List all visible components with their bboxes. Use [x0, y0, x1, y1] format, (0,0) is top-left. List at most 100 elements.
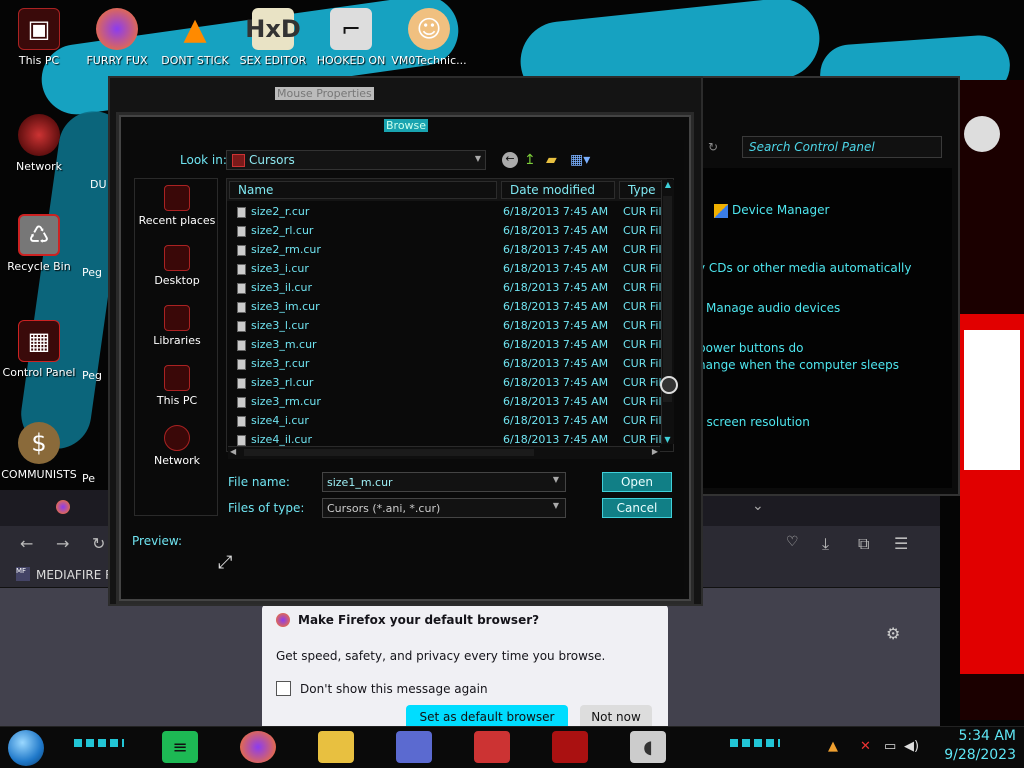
file-row[interactable]: size3_m.cur 6/18/2013 7:45 AM CUR File [227, 336, 668, 355]
scroll-thumb[interactable] [663, 196, 672, 402]
computer-icon [164, 365, 190, 391]
look-in-dropdown[interactable]: Cursors ▼ [226, 150, 486, 170]
money-bag-icon: $ [18, 422, 60, 464]
vertical-scrollbar[interactable]: ▲ ▼ [661, 180, 674, 444]
menu-icon[interactable]: ☰ [894, 534, 908, 553]
desktop-icon-network[interactable]: Network [0, 114, 78, 173]
side-panel [960, 80, 1024, 720]
back-icon[interactable]: ← [20, 534, 33, 553]
desktop-icon-label: HOOKED ON [316, 54, 386, 67]
download-icon[interactable]: ⤓ [822, 534, 829, 554]
extensions-icon[interactable]: ⧉ [858, 534, 869, 554]
desktop-icon-hooked-on[interactable]: ⌐ HOOKED ON [312, 8, 390, 67]
file-row[interactable]: size3_rm.cur 6/18/2013 7:45 AM CUR File [227, 393, 668, 412]
reload-icon[interactable]: ↻ [92, 534, 105, 553]
power-buttons-link[interactable]: power buttons do [698, 341, 804, 355]
pocket-icon[interactable]: ♡ [786, 534, 799, 550]
scroll-down-icon[interactable]: ▼ [662, 435, 673, 444]
file-row[interactable]: size3_rl.cur 6/18/2013 7:45 AM CUR File [227, 374, 668, 393]
desktop-icon-firefox[interactable]: FURRY FUX [78, 8, 156, 67]
chevron-down-icon[interactable]: ⌄ [752, 498, 764, 514]
action-center-icon[interactable]: ▭ [884, 739, 896, 754]
desktop-icon-label: FURRY FUX [86, 54, 148, 67]
desktop-icon [164, 245, 190, 271]
partial-label: Peg [82, 369, 102, 382]
column-date-modified[interactable]: Date modified [501, 181, 615, 199]
column-type[interactable]: Type [619, 181, 667, 199]
files-of-type-select[interactable]: Cursors (*.ani, *.cur) ▼ [322, 498, 566, 518]
scroll-left-icon[interactable]: ◀ [230, 447, 236, 456]
back-icon[interactable]: ← [502, 152, 518, 168]
file-row[interactable]: size4_i.cur 6/18/2013 7:45 AM CUR File [227, 412, 668, 431]
scroll-up-icon[interactable]: ▲ [662, 180, 674, 189]
up-folder-icon[interactable]: ↥ [524, 152, 536, 168]
clock[interactable]: 5:34 AM 9/28/2023 [930, 727, 1020, 768]
desktop-icon-communists[interactable]: $ COMMUNISTS [0, 422, 78, 481]
monitor-app-icon[interactable] [474, 731, 510, 763]
bookmark-item[interactable]: MEDIAFIRE R [36, 568, 113, 582]
file-date: 6/18/2013 7:45 AM [503, 357, 609, 370]
file-name-label: File name: [228, 475, 290, 489]
search-control-panel-input[interactable]: Search Control Panel [742, 136, 942, 158]
cancel-button[interactable]: Cancel [602, 498, 672, 518]
network-warning-icon[interactable]: ✕ [860, 739, 871, 754]
desktop-icon-editor[interactable]: HxD SEX EDITOR [234, 8, 312, 67]
start-button[interactable] [8, 730, 44, 766]
volume-icon[interactable]: ◀) [904, 739, 919, 754]
hscroll-thumb[interactable] [244, 449, 534, 456]
file-row[interactable]: size2_rl.cur 6/18/2013 7:45 AM CUR File [227, 222, 668, 241]
desktop: ▣ This PC FURRY FUX ▲ DONT STICK HxD SEX… [0, 0, 1024, 768]
desktop-icon-vlc[interactable]: ▲ DONT STICK [156, 8, 234, 68]
file-name: size2_rm.cur [251, 243, 321, 256]
file-row[interactable]: size3_r.cur 6/18/2013 7:45 AM CUR File [227, 355, 668, 374]
dont-show-checkbox[interactable] [276, 681, 291, 696]
taskbar: ≡ ◖ ▲ ✕ ▭ ◀) 5:34 AM 9/28/2023 [0, 726, 1024, 768]
scroll-right-icon[interactable]: ▶ [652, 447, 658, 456]
file-row[interactable]: size3_im.cur 6/18/2013 7:45 AM CUR File [227, 298, 668, 317]
firefox-taskbar-icon[interactable] [240, 731, 276, 763]
horizontal-scrollbar[interactable]: ◀ ▶ [228, 446, 660, 459]
desktop-icon-this-pc[interactable]: ▣ This PC [0, 8, 78, 67]
file-name: size3_im.cur [251, 300, 320, 313]
autoplay-link[interactable]: y CDs or other media automatically [698, 261, 911, 275]
file-explorer-icon[interactable] [318, 731, 354, 763]
place-this-pc[interactable]: This PC [135, 365, 219, 407]
desktop-icon-label: Recycle Bin [7, 260, 71, 273]
place-network[interactable]: Network [135, 425, 219, 467]
gear-icon[interactable]: ⚙ [886, 624, 900, 643]
file-row[interactable]: size3_il.cur 6/18/2013 7:45 AM CUR File [227, 279, 668, 298]
device-manager-link[interactable]: Device Manager [732, 203, 829, 217]
manage-audio-link[interactable]: Manage audio devices [706, 301, 840, 315]
file-row[interactable]: size3_l.cur 6/18/2013 7:45 AM CUR File [227, 317, 668, 336]
file-name: size3_rm.cur [251, 395, 321, 408]
refresh-icon[interactable]: ↻ [708, 140, 718, 154]
file-row[interactable]: size2_r.cur 6/18/2013 7:45 AM CUR File [227, 203, 668, 222]
file-name-value: size1_m.cur [327, 476, 393, 489]
desktop-icon-label: Network [16, 160, 62, 173]
tray-app-icon[interactable]: ▲ [828, 739, 838, 754]
chevron-down-icon: ▼ [552, 501, 560, 510]
control-panel-taskbar-icon[interactable] [552, 731, 588, 763]
forward-icon[interactable]: → [56, 534, 69, 553]
chevron-down-icon[interactable]: ▼ [549, 475, 563, 489]
open-button[interactable]: Open [602, 472, 672, 492]
new-folder-icon[interactable]: ▰ [546, 152, 557, 168]
id-card-icon[interactable] [396, 731, 432, 763]
file-name-input[interactable]: size1_m.cur ▼ [322, 472, 566, 492]
file-row[interactable]: size2_rm.cur 6/18/2013 7:45 AM CUR File [227, 241, 668, 260]
desktop-icon-recycle-bin[interactable]: ♺ Recycle Bin [0, 214, 78, 273]
column-name[interactable]: Name [229, 181, 497, 199]
place-libraries[interactable]: Libraries [135, 305, 219, 347]
recycle-bin-icon: ♺ [18, 214, 60, 256]
desktop-icon-vm[interactable]: ☺ VM0Technic... [390, 8, 468, 67]
screen-resolution-link[interactable]: t screen resolution [698, 415, 810, 429]
desktop-icon-control-panel[interactable]: ▦ Control Panel [0, 320, 78, 379]
notes-app-icon[interactable]: ≡ [162, 731, 198, 763]
place-label: Network [154, 454, 200, 467]
place-recent[interactable]: Recent places [135, 185, 219, 227]
sleep-link[interactable]: hange when the computer sleeps [698, 358, 899, 372]
file-row[interactable]: size3_i.cur 6/18/2013 7:45 AM CUR File [227, 260, 668, 279]
view-menu-icon[interactable]: ▦▾ [570, 152, 590, 168]
place-desktop[interactable]: Desktop [135, 245, 219, 287]
mouse-icon[interactable]: ◖ [630, 731, 666, 763]
